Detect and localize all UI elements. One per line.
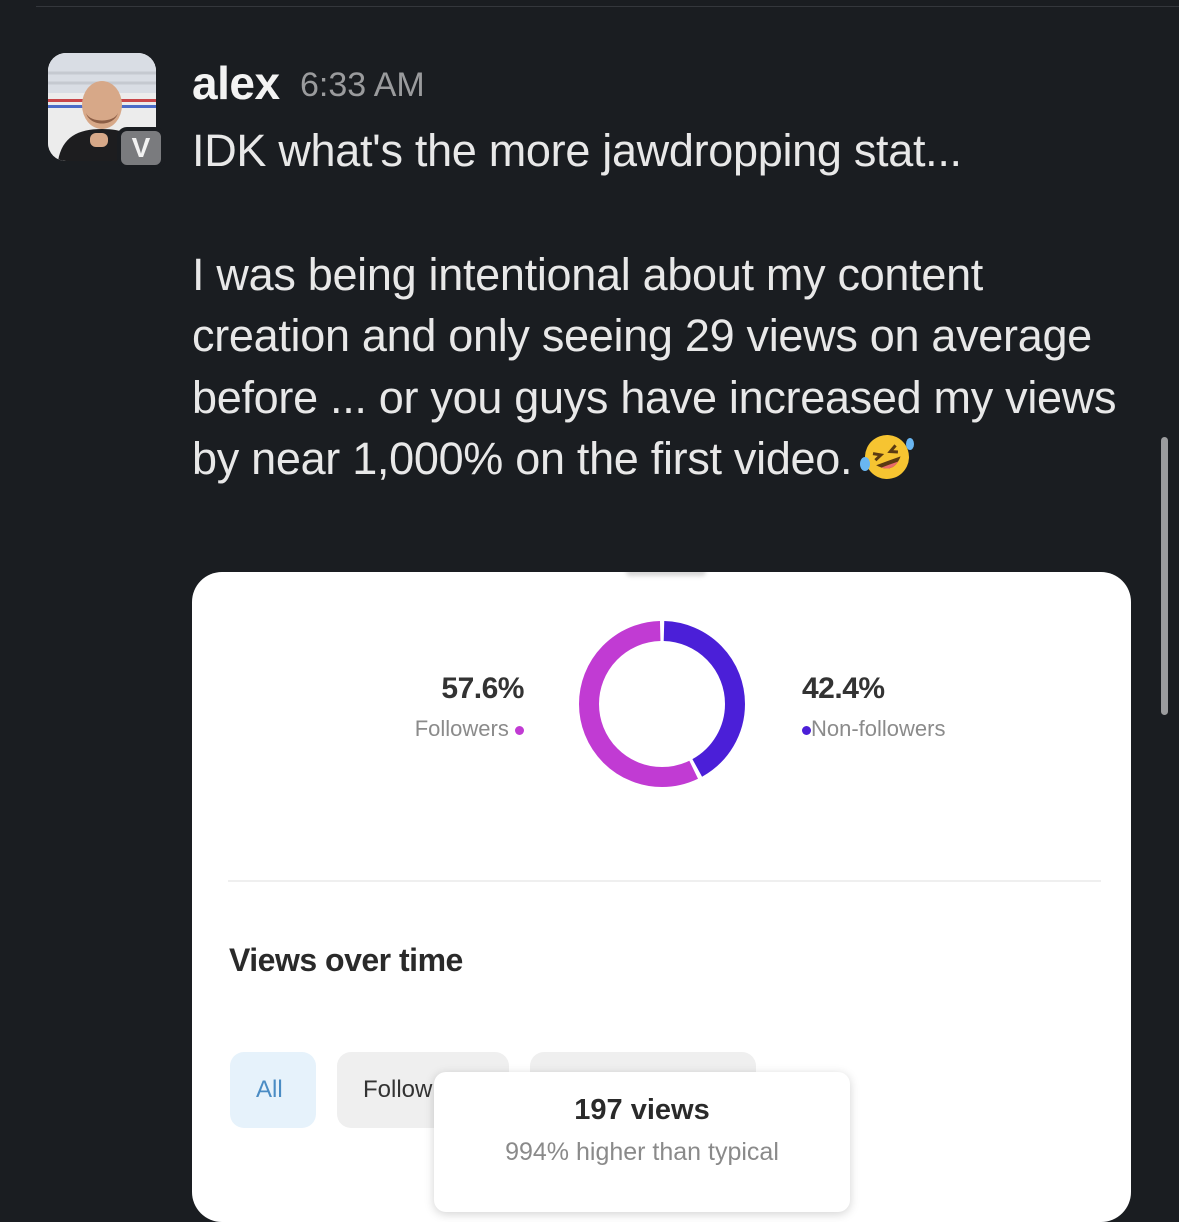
rolling-laughing-emoji-icon <box>858 432 916 498</box>
followers-donut-chart <box>579 621 745 787</box>
non-followers-stat: 42.4% Non-followers <box>802 672 946 742</box>
non-followers-dot-icon <box>802 725 811 735</box>
message-body: IDK what's the more jawdropping stat... … <box>192 120 1142 498</box>
views-over-time-title: Views over time <box>229 942 463 978</box>
top-divider <box>36 6 1179 7</box>
followers-percent: 57.6% <box>441 672 524 705</box>
non-followers-percent: 42.4% <box>802 672 885 705</box>
attached-image[interactable]: 57.6% Followers 42.4% Non-followers View… <box>192 572 1131 1222</box>
message-text: I was being intentional about my content… <box>192 248 1117 485</box>
scrollbar-thumb[interactable] <box>1161 437 1168 715</box>
tooltip-subtext: 994% higher than typical <box>505 1138 779 1166</box>
views-tooltip: 197 views 994% higher than typical <box>434 1072 850 1212</box>
followers-label: Followers <box>414 716 509 741</box>
verified-badge: V <box>117 127 165 169</box>
message-author[interactable]: alex <box>192 56 280 110</box>
card-divider <box>228 880 1101 882</box>
message-timestamp[interactable]: 6:33 AM <box>300 66 425 105</box>
non-followers-label: Non-followers <box>811 716 946 741</box>
followers-dot-icon <box>515 725 524 735</box>
followers-stat: 57.6% Followers <box>414 672 525 742</box>
message-line: IDK what's the more jawdropping stat... <box>192 125 962 176</box>
tooltip-views: 197 views <box>574 1094 710 1126</box>
message-paragraph: I was being intentional about my content… <box>192 244 1142 498</box>
filter-chip-all[interactable]: All <box>230 1052 316 1128</box>
cropped-heading <box>626 572 706 576</box>
